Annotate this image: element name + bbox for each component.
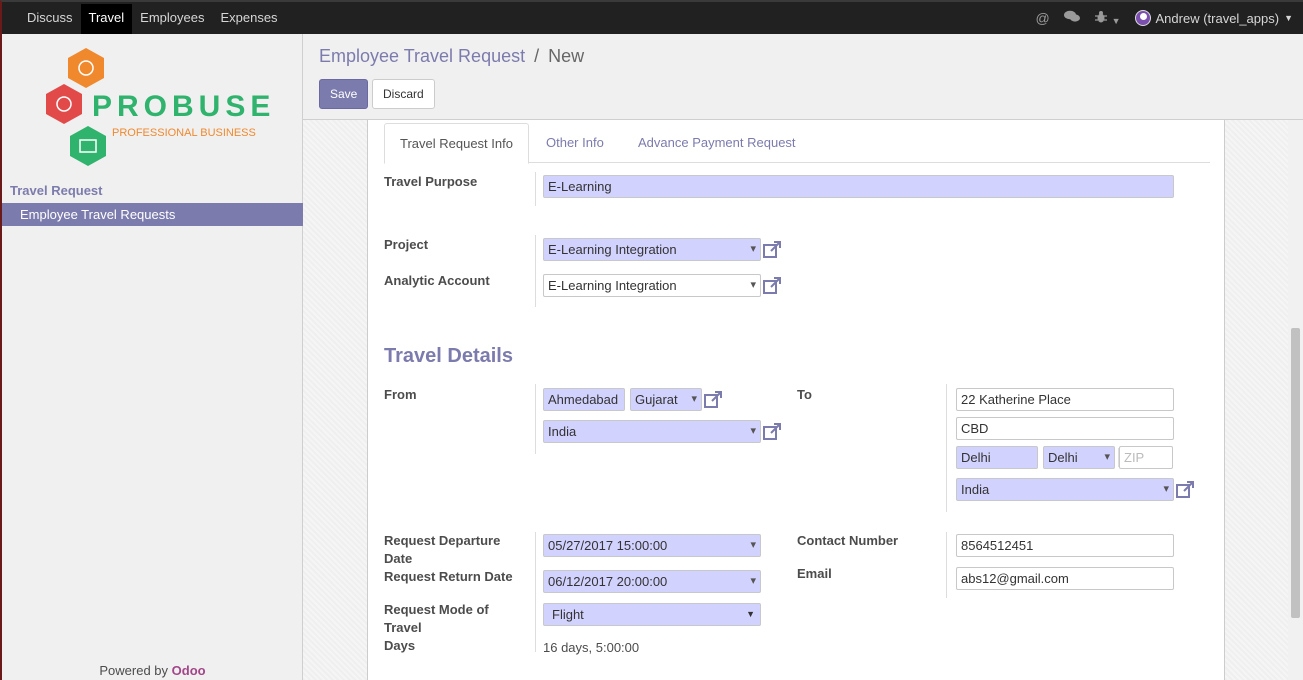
from-label: From xyxy=(384,387,417,402)
days-value: 16 days, 5:00:00 xyxy=(543,640,640,655)
user-name: Andrew (travel_apps) xyxy=(1155,10,1280,26)
contact-number-input[interactable]: 8564512451 xyxy=(956,534,1174,557)
external-link-icon[interactable] xyxy=(703,390,723,410)
odoo-link[interactable]: Odoo xyxy=(172,663,206,678)
analytic-account-value: E-Learning Integration xyxy=(548,278,677,293)
sidebar-item-employee-travel-requests[interactable]: Employee Travel Requests xyxy=(2,203,303,226)
discard-button[interactable]: Discard xyxy=(372,79,435,109)
from-state-select[interactable]: Gujarat xyxy=(630,388,702,411)
powered-by-text: Powered by xyxy=(99,663,169,678)
days-label: Days xyxy=(384,638,416,653)
tab-travel-request-info[interactable]: Travel Request Info xyxy=(384,123,529,164)
return-date-input[interactable]: 06/12/2017 20:00:00 xyxy=(543,570,761,593)
to-state-value: Delhi xyxy=(1048,450,1078,465)
departure-date-value: 05/27/2017 15:00:00 xyxy=(548,538,668,553)
logo-wordmark: PROBUSE xyxy=(92,90,275,123)
departure-date-label: Request Departure Date xyxy=(384,533,501,566)
to-street2-input[interactable]: CBD xyxy=(956,417,1174,440)
breadcrumb: Employee Travel Request / New xyxy=(319,46,584,67)
menu-expenses[interactable]: Expenses xyxy=(212,4,285,34)
tab-other-info[interactable]: Other Info xyxy=(531,123,619,163)
user-menu[interactable]: Andrew (travel_apps) ▼ xyxy=(1134,10,1293,26)
travel-purpose-input[interactable]: E-Learning xyxy=(543,175,1174,198)
mode-of-travel-select[interactable]: Flight xyxy=(543,603,761,626)
project-select[interactable]: E-Learning Integration xyxy=(543,238,761,261)
return-date-value: 06/12/2017 20:00:00 xyxy=(548,574,668,589)
menu-employees[interactable]: Employees xyxy=(132,4,212,34)
chevron-down-icon: ▼ xyxy=(1284,13,1293,23)
systray: @ ▼ Andrew (travel_apps) ▼ xyxy=(1035,2,1293,34)
departure-date-input[interactable]: 05/27/2017 15:00:00 xyxy=(543,534,761,557)
external-link-icon[interactable] xyxy=(762,422,782,442)
powered-by: Powered by Odoo xyxy=(2,663,303,678)
scrollbar[interactable] xyxy=(1288,120,1303,680)
save-button[interactable]: Save xyxy=(319,79,369,109)
scrollbar-thumb[interactable] xyxy=(1291,328,1300,618)
to-state-select[interactable]: Delhi xyxy=(1043,446,1115,469)
email-input[interactable]: abs12@gmail.com xyxy=(956,567,1174,590)
from-country-select[interactable]: India xyxy=(543,420,761,443)
analytic-account-select[interactable]: E-Learning Integration xyxy=(543,274,761,297)
to-zip-input[interactable]: ZIP xyxy=(1119,446,1173,469)
to-city-input[interactable]: Delhi xyxy=(956,446,1038,469)
from-city-input[interactable]: Ahmedabad xyxy=(543,388,625,411)
external-link-icon[interactable] xyxy=(762,276,782,296)
breadcrumb-parent[interactable]: Employee Travel Request xyxy=(319,46,525,66)
external-link-icon[interactable] xyxy=(762,240,782,260)
to-country-value: India xyxy=(961,482,990,497)
travel-purpose-label: Travel Purpose xyxy=(384,174,478,189)
divider xyxy=(946,384,947,512)
form-content: Travel Request Info Other Info Advance P… xyxy=(303,120,1288,680)
company-logo: PROBUSE PROFESSIONAL BUSINESS xyxy=(42,46,277,171)
return-date-label: Request Return Date xyxy=(384,569,513,584)
form-tabs: Travel Request Info Other Info Advance P… xyxy=(384,123,1210,164)
breadcrumb-separator: / xyxy=(534,46,540,66)
zip-placeholder: ZIP xyxy=(1124,450,1145,465)
avatar xyxy=(1134,10,1151,26)
to-label: To xyxy=(797,387,812,402)
top-navbar: Discuss Travel Employees Expenses @ ▼ An… xyxy=(0,0,1303,34)
project-label: Project xyxy=(384,237,429,252)
at-icon[interactable]: @ xyxy=(1035,10,1049,26)
breadcrumb-current: New xyxy=(548,46,585,66)
chat-icon[interactable] xyxy=(1063,10,1080,26)
to-street-input[interactable]: 22 Katherine Place xyxy=(956,388,1174,411)
menu-discuss[interactable]: Discuss xyxy=(19,4,81,34)
project-value: E-Learning Integration xyxy=(548,242,677,257)
divider xyxy=(535,172,536,206)
divider xyxy=(946,532,947,598)
control-panel: Employee Travel Request / New Save Disca… xyxy=(303,34,1303,120)
analytic-account-label: Analytic Account xyxy=(384,273,490,288)
mode-of-travel-value: Flight xyxy=(552,607,584,622)
form-sheet: Travel Request Info Other Info Advance P… xyxy=(367,120,1225,680)
contact-number-label: Contact Number xyxy=(797,533,899,548)
travel-details-heading: Travel Details xyxy=(384,345,513,367)
email-label: Email xyxy=(797,566,832,581)
bug-icon[interactable]: ▼ xyxy=(1094,10,1121,27)
from-state-value: Gujarat xyxy=(635,392,678,407)
menu-travel[interactable]: Travel xyxy=(80,4,133,34)
divider xyxy=(535,235,536,307)
sidebar: PROBUSE PROFESSIONAL BUSINESS Travel Req… xyxy=(0,34,303,680)
from-country-value: India xyxy=(548,424,577,439)
to-country-select[interactable]: India xyxy=(956,478,1174,501)
external-link-icon[interactable] xyxy=(1175,480,1195,500)
app-menu: Discuss Travel Employees Expenses xyxy=(2,2,286,34)
divider xyxy=(535,532,536,652)
divider xyxy=(535,384,536,454)
mode-of-travel-label: Request Mode of Travel xyxy=(384,602,489,635)
logo-tagline: PROFESSIONAL BUSINESS xyxy=(112,127,256,139)
tab-advance-payment-request[interactable]: Advance Payment Request xyxy=(623,123,811,163)
sidebar-section-title[interactable]: Travel Request xyxy=(10,183,103,198)
